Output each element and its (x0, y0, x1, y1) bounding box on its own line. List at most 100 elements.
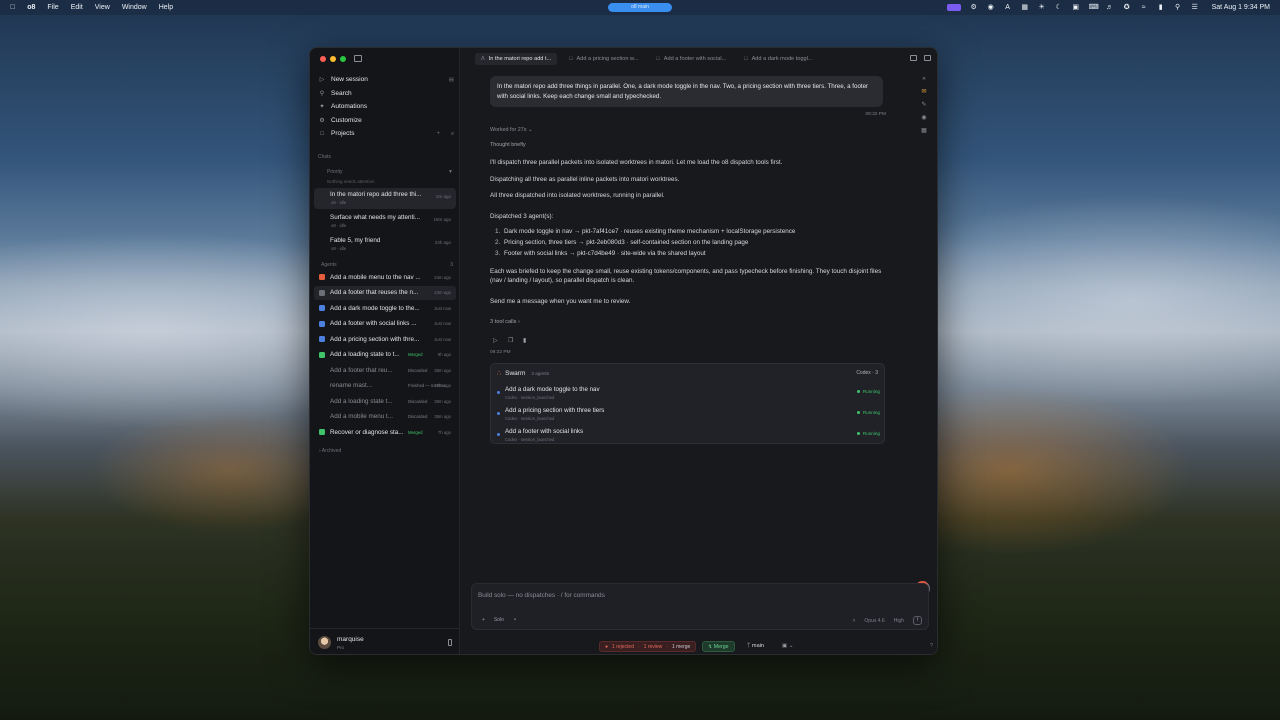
model-selector[interactable]: Opus 4.6 (864, 618, 884, 624)
sidebar-toggle-icon[interactable] (354, 55, 362, 62)
terminal-toggle[interactable]: ▣ ⌄ (782, 643, 794, 649)
grid-icon[interactable]: ▦ (1021, 4, 1029, 11)
tab-dark-mode[interactable]: □ Add a dark mode toggl... (738, 53, 818, 65)
list-item: 3. Footer with social links → pkt-c7d4be4… (495, 249, 706, 257)
agent-status-icon (319, 414, 325, 420)
chat-item[interactable]: Surface what needs my attenti... o8 · id… (314, 211, 456, 232)
o8-tray-icon[interactable] (946, 4, 961, 11)
swarm-agent-name: Add a pricing section with three tiers (505, 407, 605, 415)
menu-help[interactable]: Help (159, 4, 173, 11)
microphone-icon[interactable]: ⚬ (513, 617, 517, 623)
agent-item[interactable]: Add a footer that reuses the n... 24m ago (314, 285, 456, 300)
brightness-icon[interactable]: ☀ (1038, 4, 1046, 11)
review-status-pill[interactable]: ● 1 rejected · 1 review · 1 merge (599, 641, 697, 652)
agent-item[interactable]: Add a footer that reu... Discarded 38m ago (314, 363, 456, 377)
menu-edit[interactable]: Edit (71, 4, 83, 11)
add-attachment-icon[interactable]: + (482, 617, 485, 623)
keyboard-icon[interactable]: ⌨ (1089, 4, 1099, 11)
zoom-window-button[interactable] (340, 56, 346, 62)
swarm-header[interactable]: ∴ Swarm 3 agents (497, 369, 549, 378)
agents-count: 3 (450, 262, 453, 268)
apple-icon[interactable]:  (10, 4, 15, 11)
wifi-icon[interactable]: ≈ (1140, 4, 1148, 11)
archived-toggle[interactable]: › Archived (319, 448, 341, 454)
thought-label[interactable]: Thought briefly (490, 142, 886, 148)
copy-icon[interactable]: ❐ (508, 338, 515, 345)
split-view-icon[interactable] (910, 55, 917, 61)
notes-icon[interactable]: ✎ (921, 102, 928, 109)
battery-icon[interactable]: ▮ (1157, 4, 1165, 11)
chevron-up-icon[interactable]: ˄ (852, 618, 855, 624)
agent-item[interactable]: Add a loading state to t... Merged 9h ago (314, 348, 456, 362)
tab-footer[interactable]: □ Add a footer with social... (650, 53, 732, 65)
minimize-window-button[interactable] (330, 56, 336, 62)
merge-label: Merge (713, 643, 729, 650)
tool-calls-toggle[interactable]: 3 tool calls › (490, 319, 886, 325)
session-pill[interactable]: o8 main (608, 3, 672, 12)
agent-item[interactable]: Add a loading state t... Discarded 38m ago (314, 394, 456, 408)
bug-icon[interactable]: ⚙ (970, 4, 978, 11)
globe-icon[interactable]: ◉ (921, 115, 928, 122)
menu-clock[interactable]: Sat Aug 1 9:34 PM (1212, 4, 1270, 11)
tab-pricing[interactable]: □ Add a pricing section w... (563, 53, 644, 65)
help-button[interactable]: ? (930, 643, 933, 649)
bluetooth-icon[interactable]: ✪ (1123, 4, 1131, 11)
chat-item[interactable]: Fable 5, my friend o8 · idle 23h ago (314, 234, 456, 255)
search-icon[interactable]: ⚲ (1174, 4, 1182, 11)
right-rail: « ✉ ✎ ◉ ▦ (919, 76, 929, 135)
merge-button[interactable]: ↯ Merge (702, 641, 735, 652)
nav-customize[interactable]: ⚙ Customize (310, 114, 460, 128)
grid-icon[interactable]: ▦ (921, 128, 928, 135)
effort-selector[interactable]: High (894, 618, 904, 624)
control-center-icon[interactable]: ☰ (1191, 4, 1199, 11)
chat-item[interactable]: In the matori repo add three thi... o8 ·… (314, 188, 456, 209)
text-icon[interactable]: A (1004, 4, 1012, 11)
window-tools (910, 55, 931, 61)
menu-view[interactable]: View (95, 4, 110, 11)
priority-filter-icon[interactable]: ▼ (448, 169, 453, 175)
avatar[interactable] (318, 636, 331, 649)
agent-item[interactable]: rename mast... Finished — no char... 38m a… (314, 379, 456, 393)
agent-item[interactable]: Add a mobile menu t... Discarded 38m ago (314, 410, 456, 424)
bookmark-icon[interactable]: ▮ (523, 338, 530, 345)
tab-matori[interactable]: Λ In the matori repo add t... (475, 53, 558, 65)
agent-status: Discarded (408, 398, 428, 404)
mode-selector[interactable]: Solo (494, 617, 504, 623)
layout-icon[interactable] (924, 55, 931, 61)
agent-item[interactable]: Add a footer with social links ... Just n… (314, 317, 456, 331)
inbox-icon[interactable]: ✉ (921, 89, 928, 96)
send-button[interactable]: ↑ (913, 616, 922, 625)
menu-window[interactable]: Window (122, 4, 147, 11)
play-icon[interactable]: ▷ (493, 338, 500, 345)
nav-search[interactable]: ⚲ Search (310, 87, 460, 101)
nav-projects[interactable]: □ Projects + ≡ (310, 127, 460, 141)
sign-out-icon[interactable] (448, 639, 452, 646)
nav-automations[interactable]: ✦ Automations (310, 100, 460, 114)
menu-file[interactable]: File (47, 4, 58, 11)
swarm-row[interactable]: Add a dark mode toggle to the nav Codex … (497, 384, 880, 402)
agent-item[interactable]: Recover or diagnose sta... Merged 7h ago (314, 425, 456, 439)
nav-new-session[interactable]: ▷ New session ▤ (310, 73, 460, 87)
agent-item[interactable]: Add a pricing section with thre... Just n… (314, 332, 456, 346)
branch-selector[interactable]: ᛉ main (747, 643, 764, 649)
agent-status-icon (319, 274, 325, 280)
status-text: Running (862, 431, 880, 437)
worked-toggle[interactable]: Worked for 27s ⌄ (490, 127, 886, 133)
worked-label: Worked for 27s (490, 127, 527, 134)
collapse-icon[interactable]: « (921, 76, 928, 83)
close-window-button[interactable] (320, 56, 326, 62)
assistant-text: Send me a message when you want me to re… (490, 297, 631, 305)
window-icon[interactable]: ▣ (1072, 4, 1080, 11)
filter-icon[interactable]: ≡ (451, 131, 454, 137)
swarm-row[interactable]: Add a pricing section with three tiers C… (497, 405, 880, 423)
swarm-row[interactable]: Add a footer with social links Codex · s… (497, 426, 880, 444)
volume-icon[interactable]: ♬ (1106, 4, 1114, 11)
agent-item[interactable]: Add a dark mode toggle to the... Just now (314, 301, 456, 315)
add-project-icon[interactable]: + (436, 131, 440, 137)
message-input[interactable] (478, 590, 878, 600)
user-bar[interactable]: marquise Pro (310, 628, 460, 654)
agent-item[interactable]: Add a mobile menu to the nav ... 24m ago (314, 270, 456, 284)
moon-icon[interactable]: ☾ (1055, 4, 1063, 11)
app-menu[interactable]: o8 (27, 4, 35, 11)
globe-icon[interactable]: ◉ (987, 4, 995, 11)
